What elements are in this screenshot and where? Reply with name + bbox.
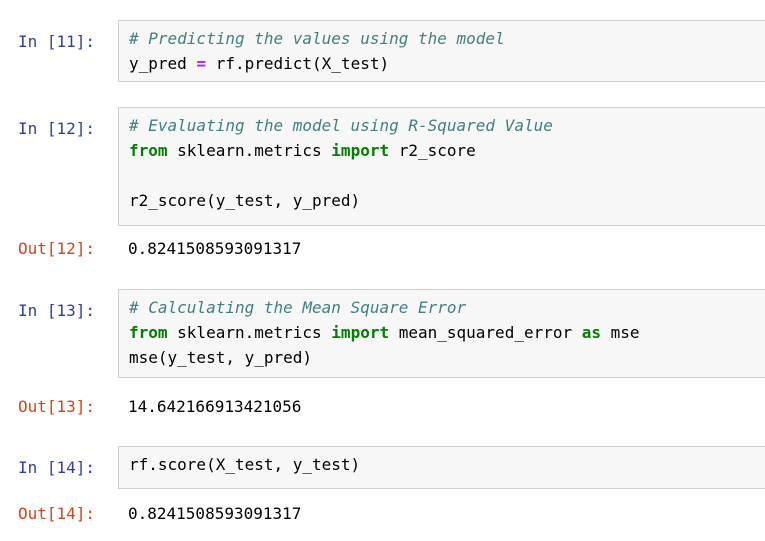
cell-output: 0.8241508593091317 <box>128 504 302 523</box>
output-prompt: Out[12]: <box>18 239 96 258</box>
code-token: r2_score <box>389 141 476 160</box>
code-comment: # Evaluating the model using R-Squared V… <box>129 116 553 135</box>
code-token: mse(y_test, y_pred) <box>129 348 313 367</box>
input-prompt: In [13]: <box>18 301 96 320</box>
keyword-as: as <box>581 323 602 342</box>
keyword-from: from <box>129 323 168 342</box>
assignment-operator: = <box>196 54 207 73</box>
input-prompt: In [14]: <box>18 458 96 477</box>
keyword-import: import <box>331 141 390 160</box>
code-token: rf.score(X_test, y_test) <box>129 455 361 474</box>
code-token: sklearn.metrics <box>167 323 332 342</box>
code-token: r2_score(y_test, y_pred) <box>129 191 361 210</box>
code-token: mean_squared_error <box>389 323 582 342</box>
code-input-area[interactable]: # Calculating the Mean Square Error from… <box>118 289 765 378</box>
code-comment: # Predicting the values using the model <box>129 29 505 48</box>
code-input-area[interactable]: rf.score(X_test, y_test) <box>118 446 765 489</box>
code-input-area[interactable]: # Predicting the values using the model … <box>118 20 765 82</box>
code-token: mse <box>601 323 640 342</box>
code-token: sklearn.metrics <box>167 141 332 160</box>
keyword-import: import <box>331 323 390 342</box>
output-prompt: Out[13]: <box>18 397 96 416</box>
cell-output: 0.8241508593091317 <box>128 239 302 258</box>
keyword-from: from <box>129 141 168 160</box>
code-comment: # Calculating the Mean Square Error <box>129 298 467 317</box>
code-input-area[interactable]: # Evaluating the model using R-Squared V… <box>118 107 765 226</box>
code-token: rf.predict(X_test) <box>206 54 390 73</box>
input-prompt: In [11]: <box>18 32 96 51</box>
cell-output: 14.642166913421056 <box>128 397 302 416</box>
input-prompt: In [12]: <box>18 119 96 138</box>
output-prompt: Out[14]: <box>18 504 96 523</box>
code-token: y_pred <box>129 54 197 73</box>
